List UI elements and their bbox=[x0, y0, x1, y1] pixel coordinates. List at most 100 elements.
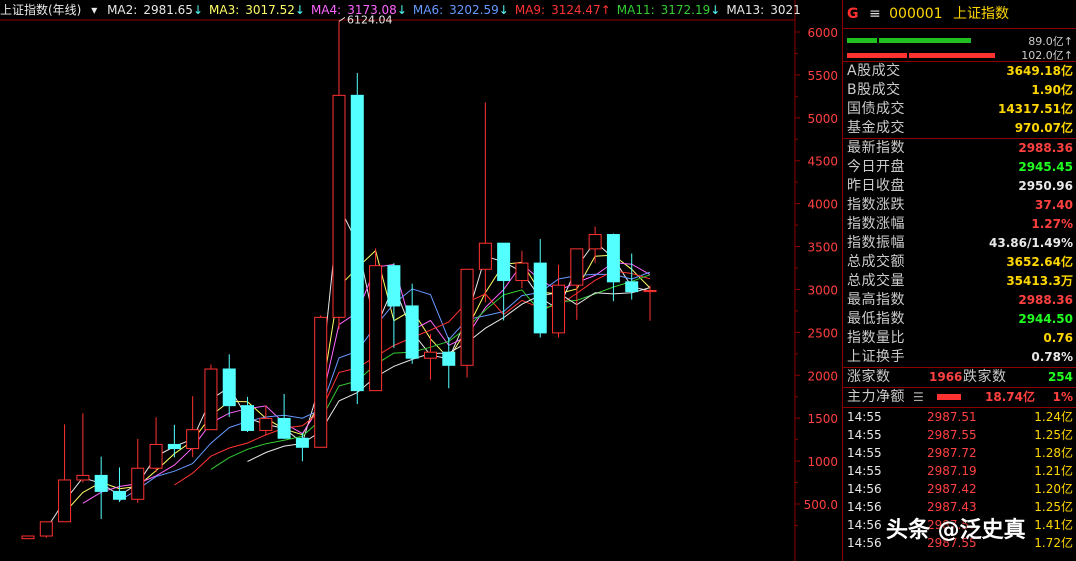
watermark: 头条 @泛史真 bbox=[886, 518, 1026, 543]
index-code: 000001 bbox=[889, 6, 943, 22]
ma-legend-item[interactable]: MA11: bbox=[617, 3, 655, 17]
quote-row: B股成交 1.90亿 bbox=[843, 81, 1076, 100]
candle-body-up bbox=[76, 474, 90, 481]
up-count: 1966 bbox=[929, 370, 963, 384]
quote-value: 970.07亿 bbox=[1014, 121, 1073, 135]
main-flow-label: 主力净额 bbox=[847, 389, 905, 405]
kline-chart[interactable]: 6000 5500 5000 4500 4000 3500 3000 2500 2000 1500… bbox=[0, 0, 842, 561]
menu-icon[interactable]: ≡ bbox=[869, 6, 881, 22]
candle[interactable] bbox=[460, 268, 474, 378]
ma-legend-item[interactable]: MA2: bbox=[107, 3, 137, 17]
quote-label: 最高指数 bbox=[847, 292, 905, 308]
quote-label: A股成交 bbox=[847, 63, 901, 79]
flow-bar bbox=[937, 394, 961, 400]
quote-row: 最低指数 2944.50 bbox=[843, 310, 1076, 329]
quote-row: 指数涨跌 37.40 bbox=[843, 196, 1076, 215]
ma-legend-value: 3172.19 bbox=[660, 3, 711, 17]
quote-label: 总成交量 bbox=[847, 273, 905, 289]
ma-legend-item[interactable]: MA3: bbox=[209, 3, 239, 17]
candle-body-up bbox=[149, 443, 163, 469]
ma-legend-value: 2981.65 bbox=[143, 3, 193, 17]
quote-label: 指数涨跌 bbox=[847, 197, 905, 213]
main-flow-row[interactable]: 主力净额 ☰ 18.74亿 1% bbox=[843, 388, 1076, 408]
ma-legend-item[interactable]: MA9: bbox=[515, 3, 545, 17]
quote-row: 总成交量 35413.3万 bbox=[843, 272, 1076, 291]
ma-legend-item[interactable]: MA13: bbox=[726, 3, 764, 17]
arrow-down-icon: ↓ bbox=[192, 3, 203, 17]
quote-label: 指数振幅 bbox=[847, 235, 905, 251]
arrow-down-icon: ↓ bbox=[396, 3, 407, 17]
up-count-label: 涨家数 bbox=[847, 369, 891, 385]
chart-menu-icon[interactable]: ▾ bbox=[91, 3, 97, 17]
tick-row: 14:55 2987.19 1.21亿 bbox=[843, 462, 1076, 480]
main-flow-value: 18.74亿 bbox=[985, 390, 1035, 404]
candle-body-down bbox=[405, 305, 419, 359]
quote-value: 2950.96 bbox=[1018, 179, 1073, 193]
candle-body-up bbox=[204, 368, 218, 431]
candle-body-down bbox=[442, 351, 456, 366]
quote-value: 2945.45 bbox=[1018, 160, 1073, 174]
ma-legend-item[interactable]: MA4: bbox=[311, 3, 341, 17]
tick-price: 2987.55 bbox=[927, 428, 977, 442]
quote-label: B股成交 bbox=[847, 82, 901, 98]
candle-body-up bbox=[570, 248, 584, 286]
quote-value: 14317.51亿 bbox=[997, 102, 1073, 116]
candle[interactable] bbox=[350, 73, 364, 405]
quote-label: 最新指数 bbox=[847, 140, 905, 156]
candle-body-down bbox=[295, 437, 309, 448]
quote-value: 2988.36 bbox=[1018, 293, 1073, 307]
y-tick-label: 5000 bbox=[807, 112, 838, 126]
tick-row: 14:55 2987.51 1.24亿 bbox=[843, 408, 1076, 426]
quote-value: 43.86/1.49% bbox=[989, 236, 1073, 250]
tick-time: 14:55 bbox=[847, 410, 882, 424]
quote-value: 37.40 bbox=[1035, 198, 1073, 212]
arrow-up-icon: ↑ bbox=[600, 3, 611, 17]
turnover-section: A股成交 3649.18亿 B股成交 1.90亿 国债成交 14317.51亿 基金成交 97… bbox=[843, 62, 1076, 139]
candle[interactable] bbox=[314, 315, 328, 448]
tick-amount: 1.41亿 bbox=[1034, 518, 1073, 532]
candle[interactable] bbox=[369, 248, 383, 392]
quote-value: 3649.18亿 bbox=[1006, 64, 1073, 78]
panel-header[interactable]: G ≡ 000001 上证指数 bbox=[843, 0, 1076, 29]
tick-price: 2987.42 bbox=[927, 482, 977, 496]
quote-panel: G ≡ 000001 上证指数 89.0亿↑ 102.0亿↑ A股成交 3649.… bbox=[842, 0, 1076, 561]
quote-row: 国债成交 14317.51亿 bbox=[843, 100, 1076, 119]
candle-body-down bbox=[606, 234, 620, 283]
candle-body-down bbox=[241, 405, 255, 431]
tick-price: 2987.19 bbox=[927, 464, 977, 478]
chart-title: 上证指数(年线) bbox=[0, 3, 82, 17]
quote-label: 昨日收盘 bbox=[847, 178, 905, 194]
buy-sell-bars: 89.0亿↑ 102.0亿↑ bbox=[843, 29, 1076, 62]
candle[interactable] bbox=[204, 364, 218, 431]
bar-bottom-label: 102.0亿↑ bbox=[1021, 49, 1073, 62]
candle-body-down bbox=[533, 262, 547, 334]
tick-amount: 1.20亿 bbox=[1034, 482, 1073, 496]
candle-body-up bbox=[460, 268, 474, 366]
candle-body-up bbox=[332, 94, 346, 318]
tick-time: 14:56 bbox=[847, 500, 882, 514]
red-bar-2 bbox=[909, 53, 995, 58]
ma-legend-item[interactable]: MA6: bbox=[413, 3, 443, 17]
y-tick-label: 6000 bbox=[807, 26, 838, 40]
candle-body-up bbox=[552, 284, 566, 334]
y-tick-label: 5500 bbox=[807, 69, 838, 83]
y-tick-label: 1000 bbox=[807, 455, 838, 469]
candle[interactable] bbox=[39, 521, 53, 538]
arrow-down-icon: ↓ bbox=[294, 3, 305, 17]
list-icon[interactable]: ☰ bbox=[913, 388, 924, 407]
quote-value: 0.76 bbox=[1043, 331, 1073, 345]
y-tick-label: 4500 bbox=[807, 155, 838, 169]
y-tick-label: 4000 bbox=[807, 198, 838, 212]
candle-body-up bbox=[131, 467, 145, 500]
quote-value: 3652.64亿 bbox=[1006, 255, 1073, 269]
green-bar-1 bbox=[847, 38, 877, 43]
candle-body-up bbox=[588, 234, 602, 250]
candle[interactable] bbox=[21, 535, 35, 540]
quote-row: 今日开盘 2945.45 bbox=[843, 158, 1076, 177]
kline-svg[interactable]: 6000 5500 5000 4500 4000 3500 3000 2500 2000 1500… bbox=[0, 0, 842, 561]
quote-value: 2988.36 bbox=[1018, 141, 1073, 155]
quote-value: 1.27% bbox=[1031, 217, 1073, 231]
ma-legend-bar: 上证指数(年线) ▾ MA2: 2981.65↓ MA3: 3017.52↓ MA4: 3… bbox=[0, 0, 800, 20]
arrow-down-icon: ↓ bbox=[498, 3, 509, 17]
g-icon[interactable]: G bbox=[847, 6, 859, 22]
